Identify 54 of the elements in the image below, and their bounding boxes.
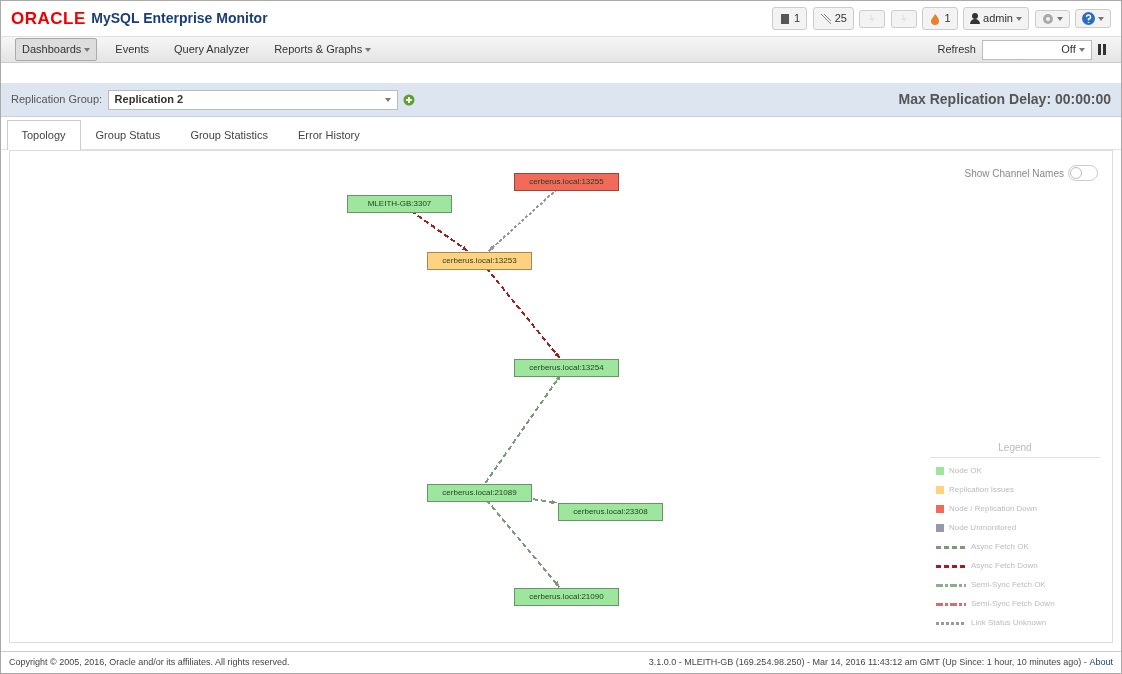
alert-badge[interactable] bbox=[890, 9, 917, 28]
server-node[interactable]: cerberus.local:21090 bbox=[514, 588, 619, 607]
toggle-label: Show Channel Names bbox=[964, 166, 1064, 181]
nav-item[interactable]: Dashboards bbox=[15, 38, 98, 61]
server-node[interactable]: cerberus.local:13253 bbox=[427, 252, 532, 271]
nav-item[interactable]: Reports & Graphs bbox=[267, 38, 379, 61]
server-node[interactable]: cerberus.local:23308 bbox=[558, 503, 663, 522]
add-icon[interactable] bbox=[403, 93, 416, 106]
legend-label: Async Fetch OK bbox=[971, 540, 1029, 553]
help-icon bbox=[1082, 12, 1095, 25]
server-icon bbox=[779, 12, 792, 25]
alert-badge[interactable]: 1 bbox=[922, 7, 958, 30]
caret-icon bbox=[384, 97, 391, 102]
tab[interactable]: Group Status bbox=[80, 119, 176, 150]
about-link[interactable]: About bbox=[1089, 655, 1113, 670]
settings-menu[interactable] bbox=[1034, 9, 1070, 28]
caret-icon bbox=[365, 47, 372, 52]
legend-label: Replication Issues bbox=[949, 483, 1014, 496]
channel-names-switch[interactable] bbox=[1068, 165, 1098, 182]
nav-item[interactable]: Events bbox=[108, 38, 156, 61]
max-delay: Max Replication Delay: 00:00:00 bbox=[898, 90, 1111, 109]
legend-title: Legend bbox=[930, 439, 1100, 459]
version-text: 3.1.0.0 - MLEITH-GB (169.254.98.250) - Mar 14, 2016 11:43:12 am GMT (Up Since: 1 hour, 10 minutes ago) - bbox=[648, 655, 1087, 669]
caret-icon bbox=[1078, 47, 1085, 52]
settings-icon bbox=[1041, 12, 1054, 25]
server-node[interactable]: cerberus.local:13255 bbox=[514, 173, 619, 192]
help-menu[interactable] bbox=[1075, 9, 1111, 28]
pause-icon[interactable] bbox=[1097, 44, 1107, 55]
server-node[interactable]: cerberus.local:13254 bbox=[514, 359, 619, 378]
server-node[interactable]: MLEITH-GB:3307 bbox=[347, 195, 452, 214]
user-menu[interactable]: admin bbox=[963, 7, 1029, 30]
nav-item[interactable]: Query Analyzer bbox=[166, 38, 257, 61]
refresh-label: Refresh bbox=[937, 42, 976, 58]
alert-badge[interactable] bbox=[859, 9, 886, 28]
caret-icon bbox=[1016, 16, 1022, 21]
legend-label: Node / Replication Down bbox=[949, 502, 1038, 515]
logo: ORACLE bbox=[11, 7, 86, 30]
group-select[interactable]: Replication 2 bbox=[107, 89, 398, 110]
tab[interactable]: Topology bbox=[6, 119, 81, 151]
legend-label: Async Fetch Down bbox=[971, 559, 1038, 572]
refresh-select[interactable]: Off bbox=[981, 39, 1092, 60]
alert-badge[interactable]: 1 bbox=[772, 7, 808, 30]
alert-badge[interactable]: 25 bbox=[812, 7, 854, 30]
tab[interactable]: Group Statistics bbox=[175, 119, 283, 150]
caret-icon bbox=[84, 47, 91, 52]
server-node[interactable]: cerberus.local:21089 bbox=[427, 484, 532, 503]
user-icon bbox=[970, 13, 981, 24]
caret-icon bbox=[1056, 16, 1063, 21]
tab[interactable]: Error History bbox=[283, 119, 375, 150]
group-label: Replication Group: bbox=[11, 92, 103, 108]
product-title: MySQL Enterprise Monitor bbox=[91, 9, 268, 28]
caret-icon bbox=[1098, 16, 1104, 21]
legend-label: Node OK bbox=[949, 464, 982, 477]
copyright-text: Copyright © 2005, 2016, Oracle and/or its affiliates. All rights reserved. bbox=[9, 655, 290, 669]
